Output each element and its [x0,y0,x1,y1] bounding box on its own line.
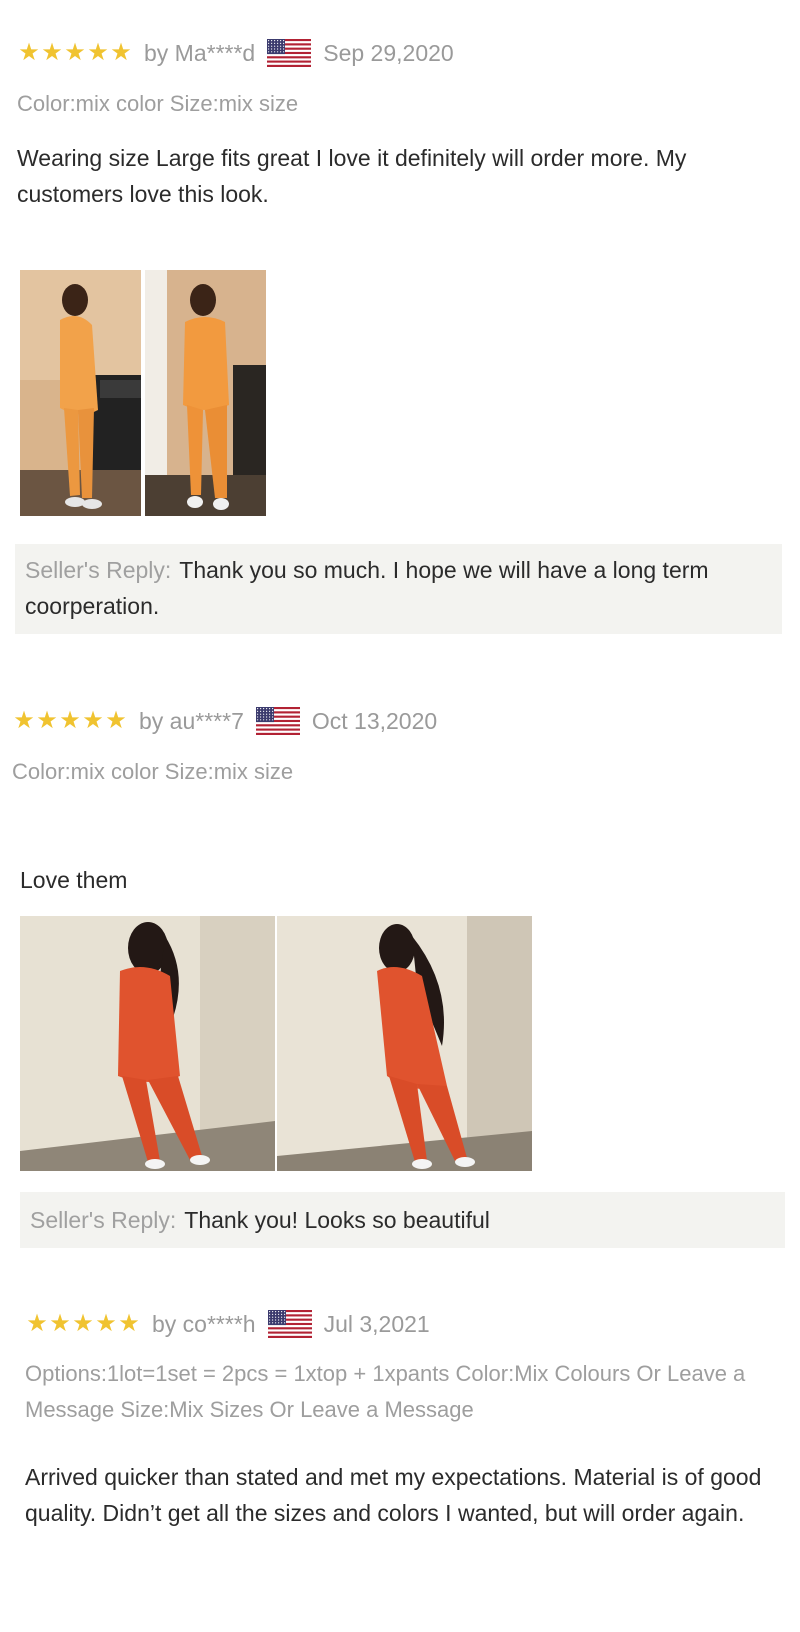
review-text: Wearing size Large fits great I love it … [17,145,687,207]
seller-reply: Seller's Reply: Thank you so much. I hope… [15,544,782,634]
review-photo[interactable] [277,916,532,1171]
review-photo[interactable] [20,916,275,1171]
review-date: Sep 29,2020 [323,39,454,66]
us-flag-icon [255,707,300,735]
seller-reply-label: Seller's Reply: [30,1207,177,1233]
review-photo[interactable] [145,270,266,516]
star-icon: ★ [36,707,58,734]
us-flag-icon [267,1310,312,1338]
review-photos [20,270,266,516]
review-meta: ★ ★ ★ ★ ★ by co****h Jul 3,2021 [25,1309,430,1339]
star-icon: ★ [110,39,132,66]
review-options: Options:1lot=1set = 2pcs = 1xtop + 1xpan… [25,1361,746,1422]
review-text: Love them [20,867,128,893]
star-icon: ★ [118,1310,140,1337]
star-icon: ★ [87,39,109,66]
seller-reply-text: Thank you! Looks so beautiful [184,1207,490,1233]
star-icon: ★ [18,39,40,66]
review-date: Jul 3,2021 [323,1310,430,1337]
review-options: Color:mix color Size:mix size [12,759,294,784]
star-icon: ★ [49,1310,71,1337]
star-icon: ★ [72,1310,94,1337]
review-author: by au****7 [139,707,244,734]
star-rating: ★ ★ ★ ★ ★ [12,709,127,733]
star-rating: ★ ★ ★ ★ ★ [17,41,132,65]
review-author: by co****h [152,1310,256,1337]
review-author: by Ma****d [144,39,256,66]
star-icon: ★ [26,1310,48,1337]
star-icon: ★ [105,707,127,734]
star-icon: ★ [41,39,63,66]
star-icon: ★ [64,39,86,66]
us-flag-icon [267,39,312,67]
star-icon: ★ [59,707,81,734]
review-options: Color:mix color Size:mix size [17,91,299,116]
review-meta: ★ ★ ★ ★ ★ by Ma****d Sep 29,2020 [17,38,454,68]
star-icon: ★ [95,1310,117,1337]
review-photo[interactable] [20,270,141,516]
seller-reply: Seller's Reply: Thank you! Looks so beaut… [20,1192,785,1248]
review-meta: ★ ★ ★ ★ ★ by au****7 Oct 13,2020 [12,706,437,736]
review-date: Oct 13,2020 [311,707,438,734]
star-rating: ★ ★ ★ ★ ★ [25,1312,140,1336]
star-icon: ★ [13,707,35,734]
review-text: Arrived quicker than stated and met my e… [25,1464,762,1526]
seller-reply-label: Seller's Reply: [25,557,172,583]
star-icon: ★ [82,707,104,734]
review-photos [20,916,532,1171]
